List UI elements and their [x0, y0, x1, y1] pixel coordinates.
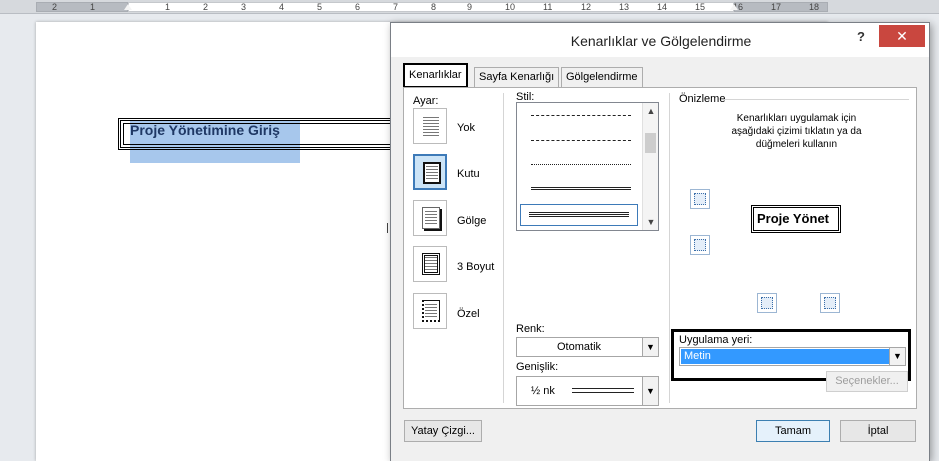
- color-label: Renk:: [516, 323, 545, 335]
- style-option-selected[interactable]: [520, 204, 638, 226]
- bottom-border-icon: [694, 239, 706, 251]
- style-scrollbar[interactable]: ▲ ▼: [642, 103, 658, 230]
- right-indent-marker[interactable]: [730, 4, 738, 10]
- width-label: Genişlik:: [516, 361, 559, 373]
- color-value: Otomatik: [557, 341, 602, 353]
- tab-label: Sayfa Kenarlığı: [479, 71, 555, 83]
- cancel-button[interactable]: İptal: [840, 420, 916, 442]
- ruler-number: 4: [279, 2, 285, 12]
- top-border-button[interactable]: [690, 189, 710, 209]
- tab-label: Kenarlıklar: [409, 69, 462, 81]
- width-select[interactable]: ½ nk ▼: [516, 376, 659, 406]
- preview-label: Önizleme: [679, 93, 726, 105]
- width-value: ½ nk: [531, 385, 555, 397]
- ok-button[interactable]: Tamam: [756, 420, 830, 442]
- ruler-number: 6: [355, 2, 361, 12]
- top-border-icon: [694, 193, 706, 205]
- setting-shadow-icon[interactable]: [413, 200, 447, 236]
- ruler-number: 7: [393, 2, 399, 12]
- chevron-down-icon[interactable]: ▼: [642, 377, 658, 405]
- style-option[interactable]: [531, 187, 631, 190]
- style-option[interactable]: [531, 164, 631, 165]
- help-button[interactable]: ?: [857, 29, 865, 44]
- width-sample-line: [572, 388, 634, 393]
- borders-tab-panel: Ayar: Yok Kutu Gölge 3 Boyut Özel Stil:: [403, 87, 917, 409]
- ruler-number: 1: [90, 2, 96, 12]
- ruler-number: 2: [52, 2, 58, 12]
- setting-custom-label[interactable]: Özel: [457, 308, 480, 320]
- left-border-icon: [761, 297, 773, 309]
- tab-page-border[interactable]: Sayfa Kenarlığı: [474, 67, 560, 87]
- document-heading[interactable]: Proje Yönetimine Giriş: [130, 122, 280, 138]
- right-border-icon: [824, 297, 836, 309]
- text-cursor: [387, 223, 388, 233]
- style-option[interactable]: [531, 140, 631, 141]
- scroll-thumb[interactable]: [645, 133, 656, 153]
- scroll-up-icon[interactable]: ▲: [643, 103, 659, 119]
- left-border-button[interactable]: [757, 293, 777, 313]
- dialog-title: Kenarlıklar ve Gölgelendirme: [570, 33, 752, 49]
- style-list[interactable]: ▲ ▼: [516, 102, 659, 231]
- ruler-number: 18: [809, 2, 820, 12]
- color-select[interactable]: Otomatik ▼: [516, 337, 659, 357]
- borders-shading-dialog: Kenarlıklar ve Gölgelendirme ? ✕ Kenarlı…: [390, 22, 930, 461]
- ruler-number: 8: [431, 2, 437, 12]
- ruler-number: 11: [543, 2, 553, 12]
- tab-shading[interactable]: Gölgelendirme: [561, 67, 643, 87]
- chevron-down-icon[interactable]: ▼: [642, 338, 658, 356]
- ruler: 2 1 1 2 3 4 5 6 7 8 9 10 11 12 13 14 15 …: [0, 0, 939, 14]
- ruler-number: 17: [771, 2, 782, 12]
- style-option[interactable]: [531, 115, 631, 116]
- apply-to-label: Uygulama yeri:: [679, 334, 753, 346]
- dialog-titlebar[interactable]: Kenarlıklar ve Gölgelendirme ? ✕: [391, 23, 929, 57]
- chevron-down-icon[interactable]: ▼: [889, 348, 905, 365]
- preview-sample-text: Proje Yönet: [757, 211, 830, 226]
- first-line-indent-marker[interactable]: [124, 4, 132, 10]
- setting-none-label[interactable]: Yok: [457, 122, 475, 134]
- preview-sample[interactable]: Proje Yönet: [751, 205, 841, 233]
- setting-none-icon[interactable]: [413, 108, 447, 144]
- ruler-number: 15: [695, 2, 706, 12]
- ruler-number: 10: [505, 2, 516, 12]
- preview-hint: Kenarlıkları uygulamak için aşağıdaki çi…: [731, 113, 862, 150]
- setting-label: Ayar:: [413, 95, 439, 107]
- options-button[interactable]: Seçenekler...: [826, 371, 908, 392]
- dialog-body: Kenarlıklar Sayfa Kenarlığı Gölgelendirm…: [391, 57, 929, 461]
- ruler-left-margin: [36, 2, 128, 12]
- setting-box-label[interactable]: Kutu: [457, 168, 480, 180]
- horizontal-line-button[interactable]: Yatay Çizgi...: [404, 420, 482, 442]
- setting-3d-label[interactable]: 3 Boyut: [457, 261, 494, 273]
- setting-box-icon[interactable]: [413, 154, 447, 190]
- ruler-number: 3: [241, 2, 247, 12]
- ruler-number: 14: [657, 2, 668, 12]
- tab-label: Gölgelendirme: [566, 71, 638, 83]
- close-button[interactable]: ✕: [879, 25, 925, 47]
- apply-to-value: Metin: [684, 350, 711, 362]
- ruler-number: 13: [619, 2, 630, 12]
- setting-custom-icon[interactable]: [413, 293, 447, 329]
- ruler-number: 2: [203, 2, 209, 12]
- bottom-border-button[interactable]: [690, 235, 710, 255]
- ruler-number: 1: [165, 2, 171, 12]
- setting-3d-icon[interactable]: [413, 246, 447, 282]
- ruler-number: 12: [581, 2, 592, 12]
- right-border-button[interactable]: [820, 293, 840, 313]
- apply-to-select[interactable]: Metin ▼: [679, 347, 906, 366]
- tab-borders[interactable]: Kenarlıklar: [403, 63, 468, 88]
- close-icon: ✕: [896, 28, 908, 44]
- ruler-number: 9: [467, 2, 473, 12]
- setting-shadow-label[interactable]: Gölge: [457, 215, 486, 227]
- scroll-down-icon[interactable]: ▼: [643, 214, 659, 230]
- ruler-number: 5: [317, 2, 323, 12]
